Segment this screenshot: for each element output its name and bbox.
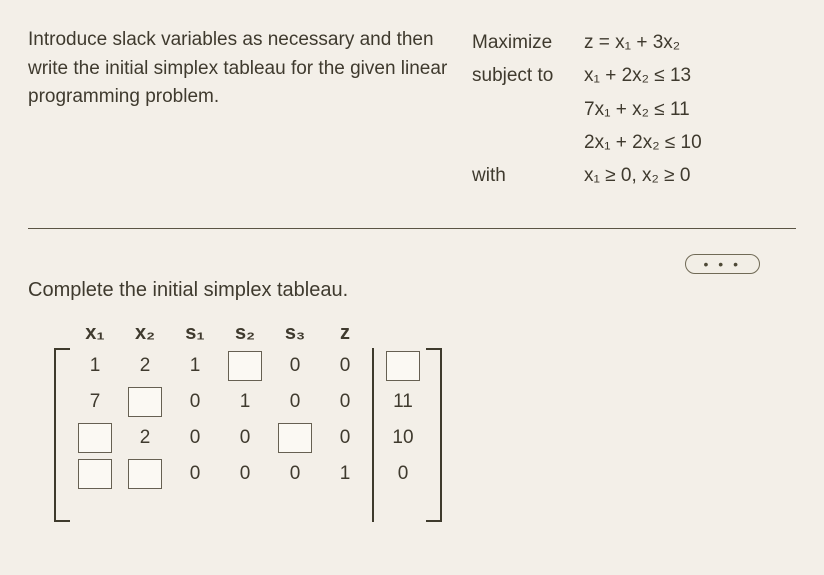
cell: 0 xyxy=(380,456,426,492)
objective-fn: z = x₁ + 3x₂ xyxy=(584,26,680,59)
cell-input-r1s2[interactable] xyxy=(228,351,262,381)
cell: 0 xyxy=(220,420,270,456)
cell: 11 xyxy=(380,384,426,420)
maximize-label: Maximize xyxy=(472,26,584,59)
augment-bar xyxy=(372,348,374,522)
cell: 0 xyxy=(170,384,220,420)
simplex-tableau: x₁ x₂ s₁ s₂ s₃ z 1 2 1 0 0 7 0 1 0 0 2 0 xyxy=(28,318,796,522)
cell-input-r3s3[interactable] xyxy=(278,423,312,453)
nonneg: x₁ ≥ 0, x₂ ≥ 0 xyxy=(584,159,690,192)
coeff-matrix: x₁ x₂ s₁ s₂ s₃ z 1 2 1 0 0 7 0 1 0 0 2 0 xyxy=(70,318,370,492)
problem-intro: Introduce slack variables as necessary a… xyxy=(28,26,448,192)
table-row: 2 0 0 0 xyxy=(70,420,370,456)
hdr-x1: x₁ xyxy=(70,318,120,348)
rhs-column: 11 10 0 xyxy=(380,318,426,492)
hdr-s2: s₂ xyxy=(220,318,270,348)
more-button[interactable]: • • • xyxy=(685,254,760,274)
cell: 1 xyxy=(320,456,370,492)
constraint-3: 2x₁ + 2x₂ ≤ 10 xyxy=(584,126,702,159)
cell: 10 xyxy=(380,420,426,456)
hdr-s1: s₁ xyxy=(170,318,220,348)
cell: 0 xyxy=(220,456,270,492)
hdr-x2: x₂ xyxy=(120,318,170,348)
cell: 0 xyxy=(270,384,320,420)
with-label: with xyxy=(472,159,584,192)
table-row: 0 0 0 1 xyxy=(70,456,370,492)
constraint-1: x₁ + 2x₂ ≤ 13 xyxy=(584,59,691,92)
hdr-z: z xyxy=(320,318,370,348)
section-divider xyxy=(28,228,796,229)
cell: 1 xyxy=(220,384,270,420)
cell: 2 xyxy=(120,420,170,456)
cell: 0 xyxy=(270,348,320,384)
cell: 0 xyxy=(320,420,370,456)
cell: 0 xyxy=(270,456,320,492)
cell: 0 xyxy=(170,456,220,492)
tableau-prompt: Complete the initial simplex tableau. xyxy=(28,279,796,302)
table-row: 1 2 1 0 0 xyxy=(70,348,370,384)
lp-problem: Maximize z = x₁ + 3x₂ subject to x₁ + 2x… xyxy=(472,26,796,192)
cell: 0 xyxy=(320,384,370,420)
cell: 1 xyxy=(70,348,120,384)
cell: 7 xyxy=(70,384,120,420)
subject-to-label: subject to xyxy=(472,59,584,92)
left-bracket xyxy=(54,348,70,522)
cell-input-r4x1[interactable] xyxy=(78,459,112,489)
hdr-s3: s₃ xyxy=(270,318,320,348)
table-row: 7 0 1 0 0 xyxy=(70,384,370,420)
cell: 2 xyxy=(120,348,170,384)
cell-input-rhs1[interactable] xyxy=(386,351,420,381)
constraint-2: 7x₁ + x₂ ≤ 11 xyxy=(584,93,690,126)
cell-input-r4x2[interactable] xyxy=(128,459,162,489)
right-bracket xyxy=(426,348,442,522)
cell-input-r3x1[interactable] xyxy=(78,423,112,453)
cell: 1 xyxy=(170,348,220,384)
cell-input-r2x2[interactable] xyxy=(128,387,162,417)
cell: 0 xyxy=(320,348,370,384)
cell: 0 xyxy=(170,420,220,456)
